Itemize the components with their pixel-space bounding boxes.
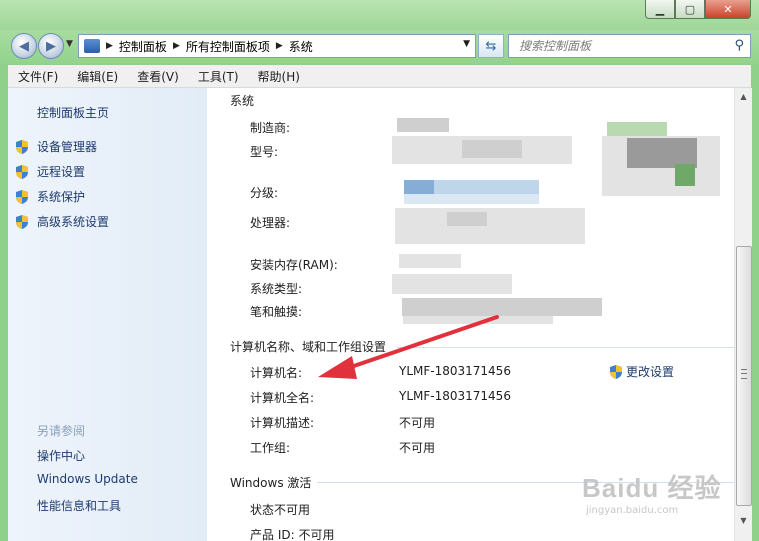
watermark-brand: Baidu 经验 (582, 473, 722, 503)
annotation-arrow-icon (318, 315, 499, 379)
baidu-watermark: Baidu 经验 jingyan.baidu.com (582, 468, 721, 516)
watermark-url: jingyan.baidu.com (586, 505, 679, 516)
